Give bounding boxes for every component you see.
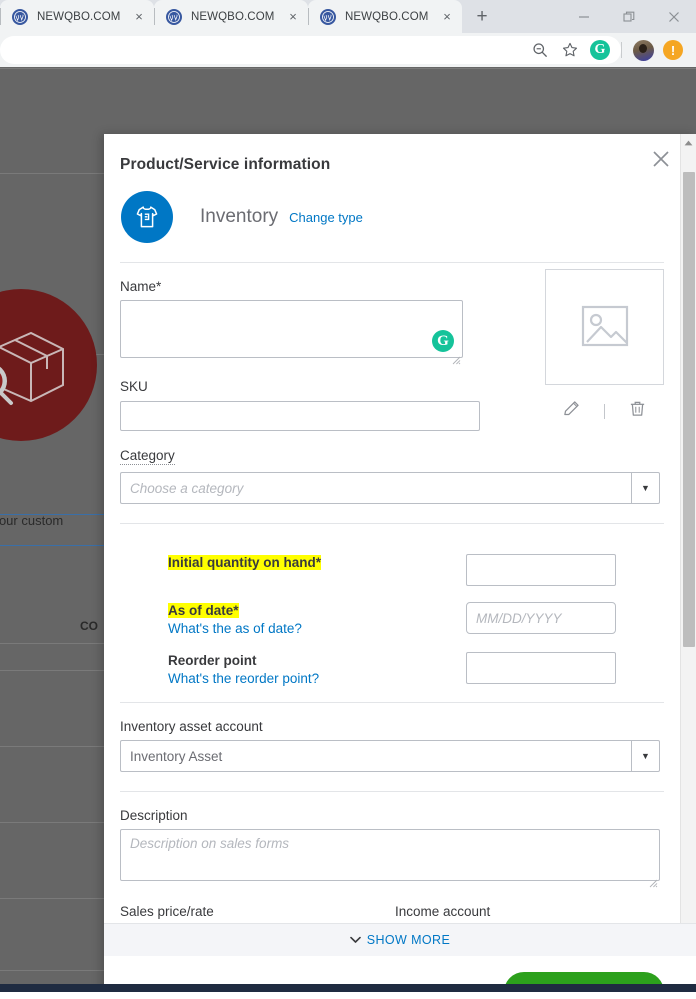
show-more-bar: SHOW MORE [104, 923, 696, 956]
inventory-asset-field-wrapper: ▼ [120, 740, 660, 772]
sku-label: SKU [120, 379, 148, 394]
page-viewport: at your custom CO Product/Service inform… [0, 67, 696, 992]
category-label: Category [120, 448, 175, 465]
name-input[interactable] [120, 300, 463, 358]
product-type-row: Inventory Change type [120, 191, 664, 243]
alert-extension-icon[interactable]: ! [658, 36, 688, 64]
wordpress-icon [166, 8, 182, 25]
profile-avatar-icon[interactable] [628, 36, 658, 64]
chevron-down-icon[interactable]: ▼ [631, 740, 660, 772]
image-placeholder-icon[interactable] [545, 269, 664, 385]
description-label: Description [120, 808, 188, 823]
browser-tabstrip: NEWQBO.COM × NEWQBO.COM × NEWQBO.COM × + [0, 0, 696, 33]
initial-quantity-label: Initial quantity on hand* [168, 555, 321, 570]
income-account-label: Income account [395, 904, 491, 919]
image-tools [545, 399, 664, 423]
window-controls [561, 0, 696, 33]
pencil-icon[interactable] [562, 399, 581, 423]
tools-divider [604, 403, 605, 419]
grammarly-glyph: G [590, 40, 610, 60]
initial-quantity-row: Initial quantity on hand* [168, 554, 664, 586]
background-text: at your custom [0, 513, 64, 528]
description-input[interactable] [120, 829, 660, 881]
product-image-section [535, 263, 664, 431]
as-of-date-label: As of date* [168, 603, 239, 618]
bookmark-star-icon[interactable] [555, 36, 585, 64]
tab-title: NEWQBO.COM [37, 10, 121, 23]
browser-toolbar: G ! [0, 33, 696, 67]
browser-tab[interactable]: NEWQBO.COM × [308, 0, 462, 33]
divider [120, 791, 664, 792]
reorder-point-input[interactable] [466, 652, 616, 684]
page-title: Product/Service information [120, 156, 331, 173]
show-more-label: SHOW MORE [366, 933, 451, 947]
avatar [632, 39, 654, 61]
close-icon[interactable]: × [438, 8, 456, 26]
chevron-down-icon [349, 933, 361, 947]
product-service-modal: Product/Service information Inventory Ch [104, 134, 696, 992]
as-of-date-input[interactable] [466, 602, 616, 634]
change-type-link[interactable]: Change type [289, 210, 363, 225]
show-more-button[interactable]: SHOW MORE [349, 933, 451, 947]
inventory-asset-input[interactable] [120, 740, 631, 772]
divider [120, 702, 664, 703]
reorder-point-label: Reorder point [168, 653, 257, 668]
zoom-out-icon[interactable] [525, 36, 555, 64]
scroll-up-arrow-icon[interactable] [681, 134, 696, 151]
modal-close-button[interactable] [650, 148, 672, 170]
category-field-wrapper: ▼ [120, 472, 660, 504]
description-field-wrapper [120, 829, 660, 888]
taskbar [0, 984, 696, 992]
sales-price-label: Sales price/rate [120, 904, 214, 919]
tab-title: NEWQBO.COM [345, 10, 429, 23]
resize-grip-icon[interactable] [649, 875, 658, 888]
product-type-name: Inventory [200, 206, 279, 227]
grammarly-icon[interactable]: G [432, 330, 454, 352]
browser-tab[interactable]: NEWQBO.COM × [0, 0, 154, 33]
grammarly-extension-icon[interactable]: G [585, 36, 615, 64]
restore-icon[interactable] [606, 0, 651, 33]
browser-window: NEWQBO.COM × NEWQBO.COM × NEWQBO.COM × + [0, 0, 696, 999]
price-income-row: Sales price/rate Income account [120, 904, 664, 919]
resize-grip-icon[interactable] [452, 352, 461, 365]
trash-icon[interactable] [628, 399, 647, 423]
wordpress-icon [12, 8, 28, 25]
name-field-wrapper: G [120, 300, 463, 365]
divider [120, 523, 664, 524]
toolbar-divider [621, 42, 622, 58]
inventory-asset-label: Inventory asset account [120, 719, 263, 734]
minimize-icon[interactable] [561, 0, 606, 33]
modal-scrollbar[interactable] [680, 134, 696, 923]
background-column-header: CO [80, 619, 98, 633]
close-icon[interactable]: × [130, 8, 148, 26]
reorder-point-help-link[interactable]: What's the reorder point? [168, 671, 466, 686]
reorder-point-row: Reorder point What's the reorder point? [168, 652, 664, 686]
tab-title: NEWQBO.COM [191, 10, 275, 23]
no-inventory-box-icon [0, 289, 97, 441]
wordpress-icon [320, 8, 336, 25]
tshirt-icon [121, 191, 173, 243]
initial-quantity-input[interactable] [466, 554, 616, 586]
browser-tab[interactable]: NEWQBO.COM × [154, 0, 308, 33]
category-input[interactable] [120, 472, 631, 504]
new-tab-button[interactable]: + [468, 2, 496, 30]
name-label: Name* [120, 279, 162, 294]
scrollbar-thumb[interactable] [683, 172, 695, 647]
modal-scroll-region: Product/Service information Inventory Ch [104, 134, 696, 923]
as-of-date-help-link[interactable]: What's the as of date? [168, 621, 466, 636]
close-icon[interactable]: × [284, 8, 302, 26]
chevron-down-icon[interactable]: ▼ [631, 472, 660, 504]
alert-glyph: ! [663, 40, 683, 60]
as-of-date-row: As of date* What's the as of date? [168, 602, 664, 636]
sku-input[interactable] [120, 401, 480, 431]
quantity-section: Initial quantity on hand* As of date* Wh… [120, 554, 664, 686]
close-icon[interactable] [651, 0, 696, 33]
